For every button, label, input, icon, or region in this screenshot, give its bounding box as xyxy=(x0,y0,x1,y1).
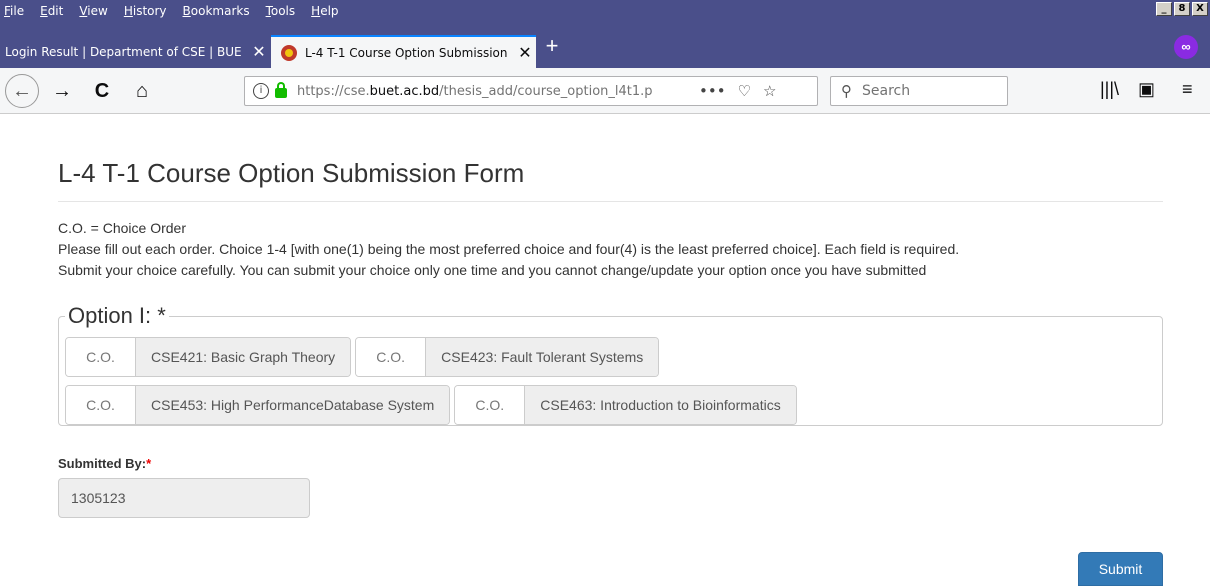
search-input[interactable]: ⚲ Search xyxy=(830,76,1008,106)
favicon-icon xyxy=(281,44,297,61)
menu-help[interactable]: Help xyxy=(311,4,338,18)
option-legend: Option I: * xyxy=(68,303,166,328)
url-bar[interactable]: i https://cse.buet.ac.bd/thesis_add/cour… xyxy=(244,76,818,106)
course-option-group: C.O. CSE421: Basic Graph Theory xyxy=(65,337,352,377)
window-controls: _ 8 X xyxy=(1154,2,1208,16)
choice-order-input[interactable]: C.O. xyxy=(455,386,526,424)
page-actions-icon[interactable]: ••• xyxy=(699,82,726,100)
maximize-button[interactable]: 8 xyxy=(1174,2,1190,16)
course-label: CSE463: Introduction to Bioinformatics xyxy=(525,386,796,424)
minimize-button[interactable]: _ xyxy=(1156,2,1172,16)
page-content: L-4 T-1 Course Option Submission Form C.… xyxy=(58,114,1163,518)
note-line: Please fill out each order. Choice 1-4 [… xyxy=(58,241,960,257)
page-title: L-4 T-1 Course Option Submission Form xyxy=(58,158,1163,202)
tab-label: L-4 T-1 Course Option Submission xyxy=(305,45,508,60)
note-line: C.O. = Choice Order xyxy=(58,220,186,236)
menu-view[interactable]: View xyxy=(79,4,107,18)
back-button[interactable]: ← xyxy=(5,74,39,108)
menu-tools[interactable]: Tools xyxy=(266,4,296,18)
submitted-by-label: Submitted By:* xyxy=(58,456,1163,471)
tab-course-option[interactable]: L-4 T-1 Course Option Submission ✕ xyxy=(271,35,536,68)
search-placeholder: Search xyxy=(862,83,911,99)
choice-order-input[interactable]: C.O. xyxy=(66,386,136,424)
option-fieldset: Option I: * C.O. CSE421: Basic Graph The… xyxy=(58,303,1163,426)
tab-login-result[interactable]: Login Result | Department of CSE | BUE ✕ xyxy=(0,35,270,68)
required-mark: * xyxy=(146,456,152,471)
course-label: CSE453: High PerformanceDatabase System xyxy=(136,386,450,424)
submitted-by-field: 1305123 xyxy=(58,478,310,518)
url-path: /thesis_add/course_option_l4t1.p xyxy=(439,83,653,99)
course-row: C.O. CSE421: Basic Graph Theory C.O. CSE… xyxy=(65,337,1156,377)
new-tab-button[interactable]: + xyxy=(540,35,564,59)
submit-button[interactable]: Submit xyxy=(1078,552,1163,586)
close-tab-icon[interactable]: ✕ xyxy=(514,43,536,62)
close-tab-icon[interactable]: ✕ xyxy=(248,42,270,61)
choice-order-input[interactable]: C.O. xyxy=(356,338,427,376)
menu-bar: File Edit View History Bookmarks Tools H… xyxy=(0,0,1210,27)
home-button[interactable]: ⌂ xyxy=(128,77,156,105)
pocket-icon[interactable]: ♡ xyxy=(738,82,751,100)
course-option-group: C.O. CSE453: High PerformanceDatabase Sy… xyxy=(65,385,451,425)
course-label: CSE423: Fault Tolerant Systems xyxy=(426,338,659,376)
tab-label: Login Result | Department of CSE | BUE xyxy=(5,44,242,59)
search-icon: ⚲ xyxy=(841,82,852,100)
menu-icon[interactable]: ≡ xyxy=(1182,79,1193,100)
tab-strip: Login Result | Department of CSE | BUE ✕… xyxy=(0,27,1210,68)
url-domain: buet.ac.bd xyxy=(369,83,440,99)
menu-file[interactable]: File xyxy=(4,4,24,18)
course-option-group: C.O. CSE463: Introduction to Bioinformat… xyxy=(454,385,797,425)
private-browsing-icon: ∞ xyxy=(1174,35,1198,59)
info-icon[interactable]: i xyxy=(253,83,269,99)
course-row: C.O. CSE453: High PerformanceDatabase Sy… xyxy=(65,385,1156,425)
bookmark-star-icon[interactable]: ☆ xyxy=(763,82,776,100)
navigation-bar: ← → C ⌂ i https://cse.buet.ac.bd/thesis_… xyxy=(0,68,1210,114)
library-icon[interactable]: |||\ xyxy=(1100,79,1119,100)
forward-button[interactable]: → xyxy=(48,77,76,105)
url-text[interactable]: https://cse.buet.ac.bd/thesis_add/course… xyxy=(297,84,687,99)
lock-icon xyxy=(275,82,287,98)
instructions: C.O. = Choice Order Please fill out each… xyxy=(58,218,1163,281)
menu: File Edit View History Bookmarks Tools H… xyxy=(0,0,355,18)
choice-order-input[interactable]: C.O. xyxy=(66,338,136,376)
close-window-button[interactable]: X xyxy=(1192,2,1208,16)
submitted-by-text: Submitted By: xyxy=(58,456,147,471)
sidebar-icon[interactable]: ▣ xyxy=(1138,79,1155,100)
reload-button[interactable]: C xyxy=(88,77,116,105)
note-line: Submit your choice carefully. You can su… xyxy=(58,262,927,278)
course-option-group: C.O. CSE423: Fault Tolerant Systems xyxy=(355,337,660,377)
menu-bookmarks[interactable]: Bookmarks xyxy=(183,4,250,18)
menu-edit[interactable]: Edit xyxy=(40,4,63,18)
menu-history[interactable]: History xyxy=(124,4,167,18)
url-prefix: https://cse. xyxy=(297,83,370,99)
course-label: CSE421: Basic Graph Theory xyxy=(136,338,351,376)
